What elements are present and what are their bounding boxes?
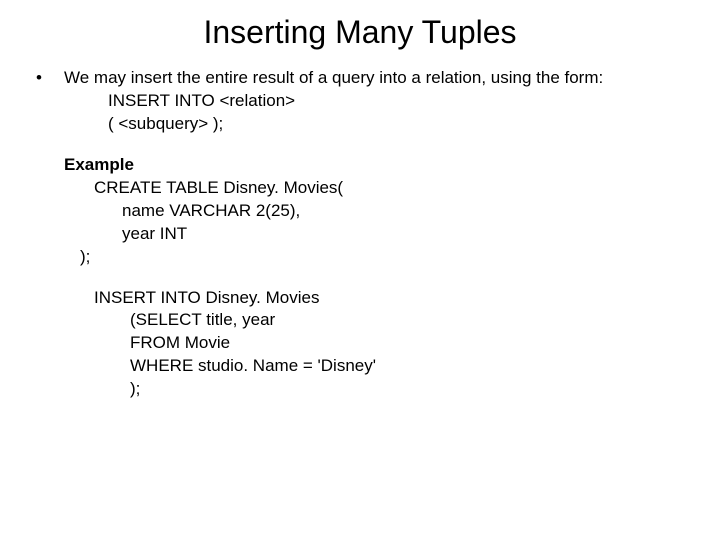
code-line: FROM Movie bbox=[30, 332, 690, 355]
slide: Inserting Many Tuples • We may insert th… bbox=[0, 0, 720, 540]
code-line: ); bbox=[30, 246, 690, 269]
syntax-line: ( <subquery> ); bbox=[30, 113, 690, 136]
syntax-line: INSERT INTO <relation> bbox=[30, 90, 690, 113]
example-heading: Example bbox=[30, 154, 690, 177]
code-line: CREATE TABLE Disney. Movies( bbox=[30, 177, 690, 200]
code-line: ); bbox=[30, 378, 690, 401]
code-line: WHERE studio. Name = 'Disney' bbox=[30, 355, 690, 378]
code-line: name VARCHAR 2(25), bbox=[30, 200, 690, 223]
slide-body: • We may insert the entire result of a q… bbox=[30, 67, 690, 401]
bullet-text: We may insert the entire result of a que… bbox=[64, 67, 603, 90]
bullet-marker: • bbox=[30, 67, 64, 90]
bullet-item: • We may insert the entire result of a q… bbox=[30, 67, 690, 90]
code-line: year INT bbox=[30, 223, 690, 246]
code-line: INSERT INTO Disney. Movies bbox=[30, 287, 690, 310]
code-line: (SELECT title, year bbox=[30, 309, 690, 332]
slide-title: Inserting Many Tuples bbox=[30, 14, 690, 51]
